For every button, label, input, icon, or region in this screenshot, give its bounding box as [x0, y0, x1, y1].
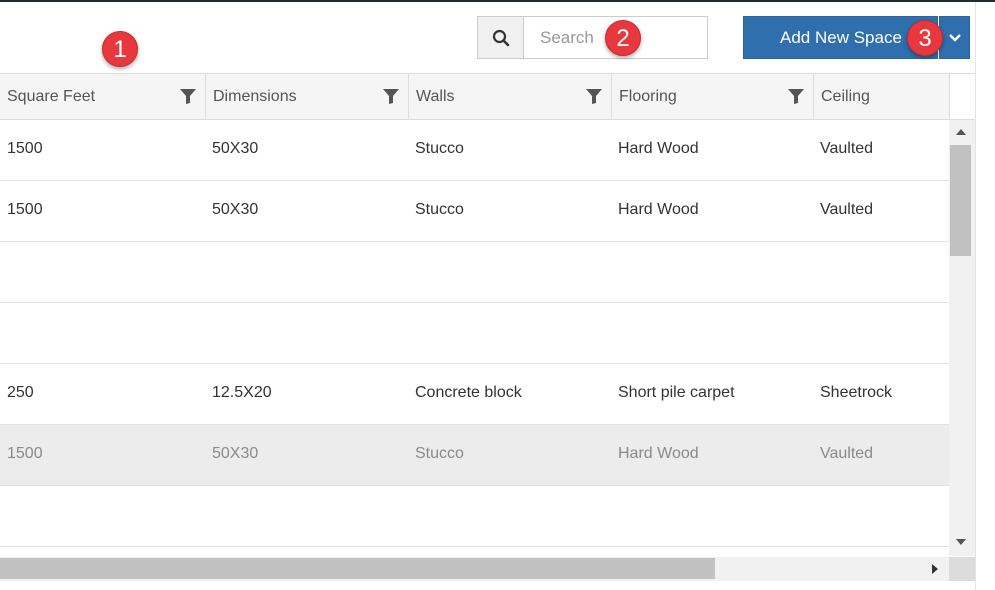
header-scroll-corner — [949, 73, 975, 120]
filter-icon[interactable] — [179, 87, 197, 105]
table-cell — [408, 303, 611, 363]
table-cell: 50X30 — [212, 201, 259, 218]
table-cell: 1500 — [7, 201, 43, 218]
table-cell: 1500 — [7, 140, 43, 157]
column-header-dimensions[interactable]: Dimensions — [205, 74, 408, 119]
table-cell — [205, 303, 408, 363]
table-cell: Hard Wood — [618, 445, 699, 462]
column-header-square-feet[interactable]: Square Feet — [0, 74, 205, 119]
table-cell: Stucco — [415, 140, 464, 157]
horizontal-scroll-thumb[interactable] — [0, 558, 715, 579]
annotation-marker-2: 2 — [605, 20, 641, 56]
table-cell — [0, 242, 205, 302]
table-cell: Hard Wood — [618, 140, 699, 157]
search-icon — [492, 29, 509, 46]
table-cell: Stucco — [415, 201, 464, 218]
vertical-scroll-thumb[interactable] — [950, 145, 971, 256]
search-button[interactable] — [477, 16, 524, 59]
table-row[interactable]: 1500 50X30 Stucco Hard Wood Vaulted — [0, 181, 949, 242]
table-cell: 12.5X20 — [212, 384, 272, 401]
column-header-walls[interactable]: Walls — [408, 74, 611, 119]
table-cell — [408, 486, 611, 546]
table-cell — [813, 486, 949, 546]
filter-icon[interactable] — [585, 87, 603, 105]
table-cell: 50X30 — [212, 445, 259, 462]
spaces-grid: Square Feet Dimensions Walls Flooring Ce… — [0, 73, 975, 583]
table-cell — [205, 486, 408, 546]
scroll-down-arrow-icon[interactable] — [955, 538, 967, 546]
table-cell: Hard Wood — [618, 201, 699, 218]
table-cell: Sheetrock — [820, 384, 893, 401]
annotation-marker-1: 1 — [102, 31, 138, 67]
column-header-flooring[interactable]: Flooring — [611, 74, 813, 119]
scroll-right-arrow-icon[interactable] — [931, 563, 939, 575]
table-row[interactable] — [0, 242, 949, 303]
filter-icon[interactable] — [787, 87, 805, 105]
table-cell — [813, 303, 949, 363]
table-cell — [611, 242, 813, 302]
table-cell — [611, 303, 813, 363]
table-cell: Vaulted — [820, 201, 874, 218]
table-cell — [0, 486, 205, 546]
top-border — [0, 0, 995, 2]
table-cell: Concrete block — [415, 384, 522, 401]
table-row[interactable]: 1500 50X30 Stucco Hard Wood Vaulted — [0, 425, 949, 486]
table-cell: Vaulted — [820, 445, 874, 462]
table-cell: Vaulted — [820, 140, 874, 157]
grid-header: Square Feet Dimensions Walls Flooring Ce… — [0, 73, 949, 120]
table-cell: 50X30 — [212, 140, 259, 157]
chevron-down-icon — [948, 33, 961, 42]
table-row[interactable] — [0, 303, 949, 364]
table-cell: 250 — [7, 384, 34, 401]
add-new-space-label: Add New Space — [780, 27, 902, 47]
table-cell: Stucco — [415, 445, 464, 462]
table-cell — [205, 242, 408, 302]
table-cell — [0, 303, 205, 363]
annotation-marker-3: 3 — [907, 20, 943, 56]
table-row[interactable]: 250 12.5X20 Concrete block Short pile carpe… — [0, 364, 949, 425]
table-cell: Short pile carpet — [618, 384, 735, 401]
table-cell — [611, 486, 813, 546]
table-cell: 1500 — [7, 445, 43, 462]
scroll-up-arrow-icon[interactable] — [955, 128, 967, 136]
table-row[interactable] — [0, 486, 949, 547]
filter-icon[interactable] — [382, 87, 400, 105]
table-cell — [408, 242, 611, 302]
column-header-ceiling[interactable]: Ceiling — [813, 74, 949, 119]
table-row[interactable]: 1500 50X30 Stucco Hard Wood Vaulted — [0, 120, 949, 181]
scrollbar-corner — [949, 557, 975, 581]
right-panel-edge — [975, 2, 995, 590]
add-new-space-dropdown[interactable] — [939, 16, 970, 59]
table-cell — [813, 242, 949, 302]
